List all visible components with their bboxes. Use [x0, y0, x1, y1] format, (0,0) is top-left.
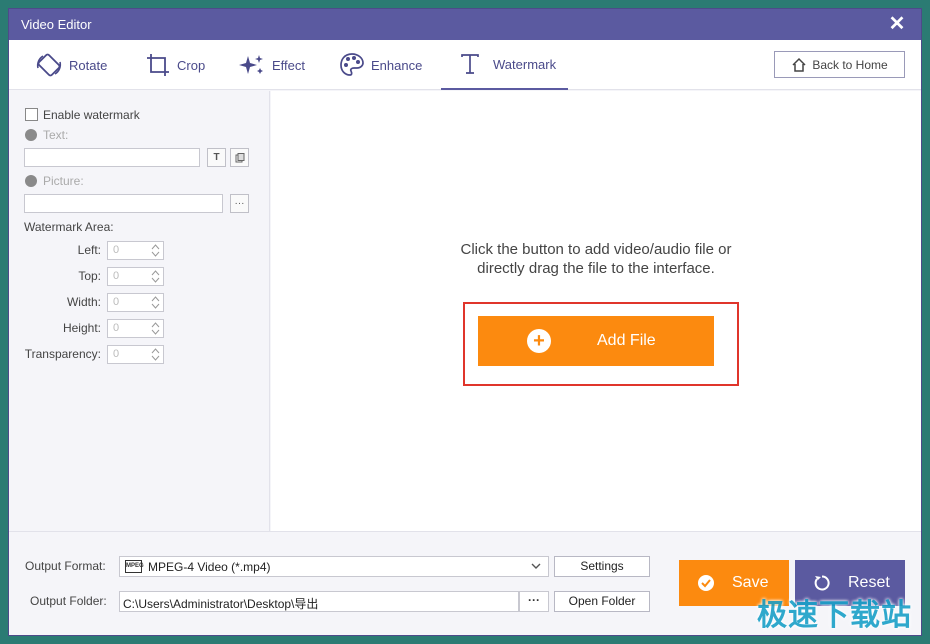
- drop-hint-line1: Click the button to add video/audio file…: [460, 241, 732, 258]
- tab-watermark[interactable]: Watermark: [441, 40, 568, 90]
- home-icon: [792, 57, 806, 72]
- text-font-button[interactable]: T: [207, 148, 226, 167]
- top-label: Top:: [78, 269, 101, 283]
- watermark-area-label: Watermark Area:: [24, 220, 114, 234]
- left-value: 0: [113, 244, 120, 256]
- effect-icon: [239, 55, 263, 74]
- output-format-select[interactable]: MPEG MPEG-4 Video (*.mp4): [119, 556, 549, 577]
- output-format-value: MPEG-4 Video (*.mp4): [148, 560, 271, 574]
- output-folder-value: C:\Users\Administrator\Desktop\导出: [123, 597, 319, 611]
- preview-area[interactable]: Click the button to add video/audio file…: [271, 91, 921, 531]
- font-icon: T: [213, 152, 220, 163]
- output-format-label: Output Format:: [25, 559, 106, 573]
- tab-crop[interactable]: Crop: [145, 40, 205, 90]
- close-icon: ✕: [888, 13, 906, 35]
- spinner-arrows-icon: [151, 296, 160, 309]
- add-file-button[interactable]: + Add File: [478, 316, 714, 366]
- width-spinner[interactable]: 0: [107, 293, 164, 312]
- height-label: Height:: [62, 321, 101, 335]
- crop-icon: [147, 54, 169, 76]
- height-spinner[interactable]: 0: [107, 319, 164, 338]
- tab-crop-label: Crop: [177, 57, 206, 73]
- top-value: 0: [113, 270, 120, 282]
- height-value: 0: [113, 322, 120, 334]
- copy-icon: [235, 152, 244, 162]
- picture-input[interactable]: [24, 194, 223, 213]
- check-circle-icon: [698, 575, 714, 591]
- text-input[interactable]: [24, 148, 200, 167]
- spinner-arrows-icon: [151, 244, 160, 257]
- settings-button[interactable]: Settings: [554, 556, 650, 577]
- width-value: 0: [113, 296, 120, 308]
- site-watermark-logo: 极速下载站: [757, 598, 912, 633]
- output-folder-field[interactable]: C:\Users\Administrator\Desktop\导出: [119, 591, 519, 612]
- transparency-value: 0: [113, 348, 120, 360]
- enhance-icon: [340, 53, 364, 76]
- left-label: Left:: [77, 243, 101, 257]
- transparency-spinner[interactable]: 0: [107, 345, 164, 364]
- output-folder-label: Output Folder:: [30, 594, 107, 608]
- text-style-button[interactable]: [230, 148, 249, 167]
- open-folder-button[interactable]: Open Folder: [554, 591, 650, 612]
- tab-effect-label: Effect: [272, 57, 306, 73]
- title-bar: Video Editor ✕: [9, 9, 921, 40]
- ellipsis-icon: ···: [234, 198, 245, 209]
- tab-rotate-label: Rotate: [69, 57, 108, 73]
- tab-bar: Rotate Crop Effect Enhance Watermark Bac…: [9, 40, 921, 90]
- spinner-arrows-icon: [151, 322, 160, 335]
- tab-enhance[interactable]: Enhance: [339, 40, 422, 90]
- tab-watermark-label: Watermark: [493, 56, 557, 72]
- video-editor-window: Video Editor ✕ Rotate Crop Effect Enhanc…: [8, 8, 922, 636]
- picture-browse-button[interactable]: ···: [230, 194, 249, 213]
- drop-hint-line2: directly drag the file to the interface.: [477, 260, 715, 277]
- width-label: Width:: [66, 295, 101, 309]
- plus-icon: +: [527, 329, 551, 353]
- picture-label: Picture:: [43, 174, 84, 188]
- text-label: Text:: [43, 128, 69, 142]
- picture-radio[interactable]: [25, 175, 37, 187]
- add-file-label: Add File: [597, 332, 656, 349]
- text-radio[interactable]: [25, 129, 37, 141]
- enable-watermark-checkbox[interactable]: [25, 108, 38, 121]
- watermark-settings-panel: Enable watermark Text: T Picture: ··· Wa…: [9, 91, 270, 531]
- spinner-arrows-icon: [151, 348, 160, 361]
- text-icon: [461, 54, 479, 74]
- chevron-down-icon: [531, 563, 541, 569]
- back-to-home-label: Back to Home: [812, 57, 888, 72]
- top-spinner[interactable]: 0: [107, 267, 164, 286]
- tab-enhance-label: Enhance: [371, 57, 423, 73]
- browse-folder-button[interactable]: ···: [519, 591, 549, 612]
- mpeg-format-icon: MPEG: [125, 560, 144, 573]
- enable-watermark-label: Enable watermark: [43, 108, 140, 122]
- close-button[interactable]: ✕: [887, 13, 907, 35]
- window-title: Video Editor: [21, 17, 92, 32]
- tab-effect[interactable]: Effect: [238, 40, 305, 90]
- back-to-home-button[interactable]: Back to Home: [774, 51, 905, 78]
- rotate-icon: [36, 53, 62, 77]
- left-spinner[interactable]: 0: [107, 241, 164, 260]
- tab-rotate[interactable]: Rotate: [35, 40, 107, 90]
- spinner-arrows-icon: [151, 270, 160, 283]
- transparency-label: Transparency:: [24, 347, 101, 361]
